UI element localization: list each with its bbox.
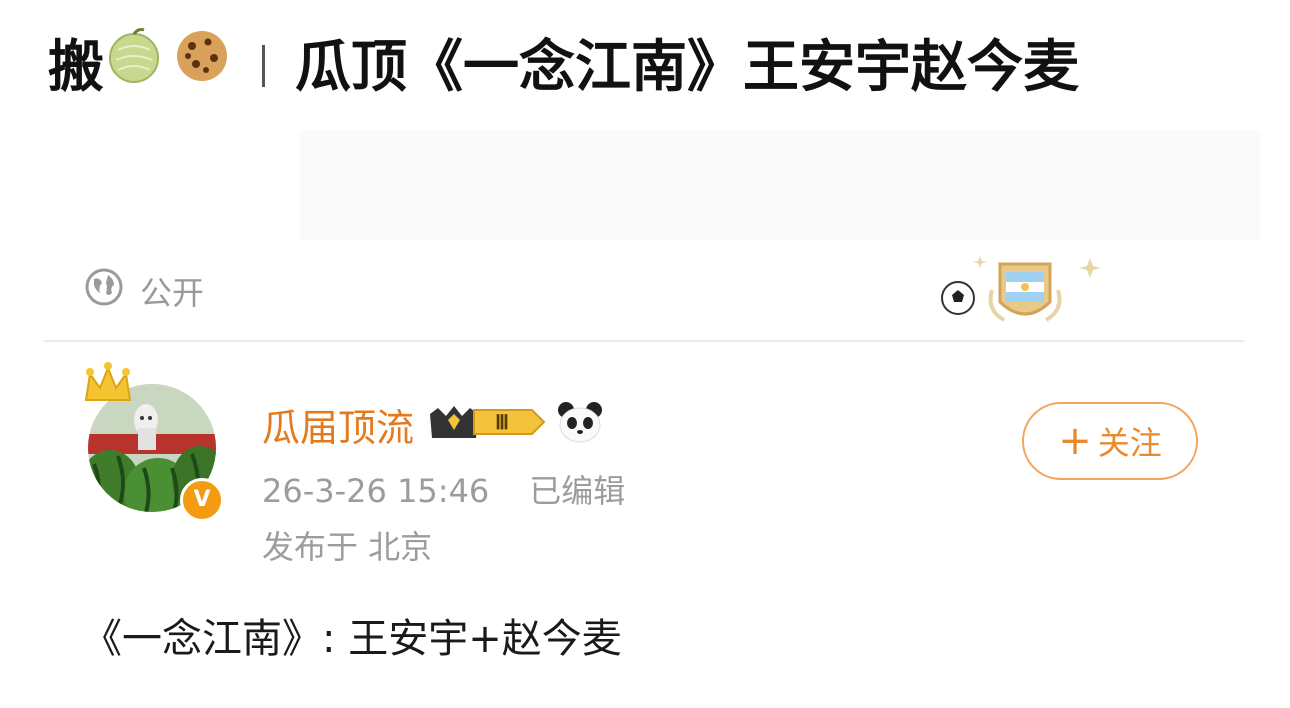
username[interactable]: 瓜届顶流	[262, 397, 414, 452]
divider	[44, 340, 1244, 342]
visibility-label: 公开	[140, 274, 205, 312]
post-title: 搬 瓜顶《一念江南》王安宇赵今麦	[48, 24, 1248, 112]
panda-icon	[556, 400, 604, 448]
plus-icon: +	[1058, 418, 1092, 464]
avatar-container[interactable]: V	[80, 360, 230, 522]
title-text: 瓜顶《一念江南》王安宇赵今麦	[295, 35, 1079, 100]
verified-badge-icon: V	[180, 478, 224, 522]
post-timestamp: 26-3-26 15:46	[262, 472, 490, 510]
watermark	[300, 110, 1260, 260]
cookie-icon	[172, 22, 232, 110]
post-location: 发布于 北京	[262, 528, 433, 566]
crown-icon	[80, 360, 136, 414]
edited-label[interactable]: 已编辑	[529, 472, 625, 510]
title-prefix: 搬	[48, 35, 104, 100]
username-row: 瓜届顶流 Ⅲ	[262, 396, 604, 452]
level-badge-text: Ⅲ	[495, 412, 509, 434]
globe-icon	[84, 267, 124, 315]
fan-badge-decoration	[940, 250, 1110, 340]
post-meta: 26-3-26 15:46 已编辑	[262, 466, 625, 512]
follow-label: 关注	[1097, 424, 1162, 462]
title-separator	[262, 44, 265, 87]
melon-icon	[104, 22, 164, 110]
level-badge-icon[interactable]: Ⅲ	[428, 400, 548, 448]
visibility-row: 公开	[84, 266, 204, 316]
post-body: 《一念江南》: 王安宇+赵今麦	[82, 616, 622, 662]
follow-button[interactable]: + 关注	[1022, 402, 1198, 480]
